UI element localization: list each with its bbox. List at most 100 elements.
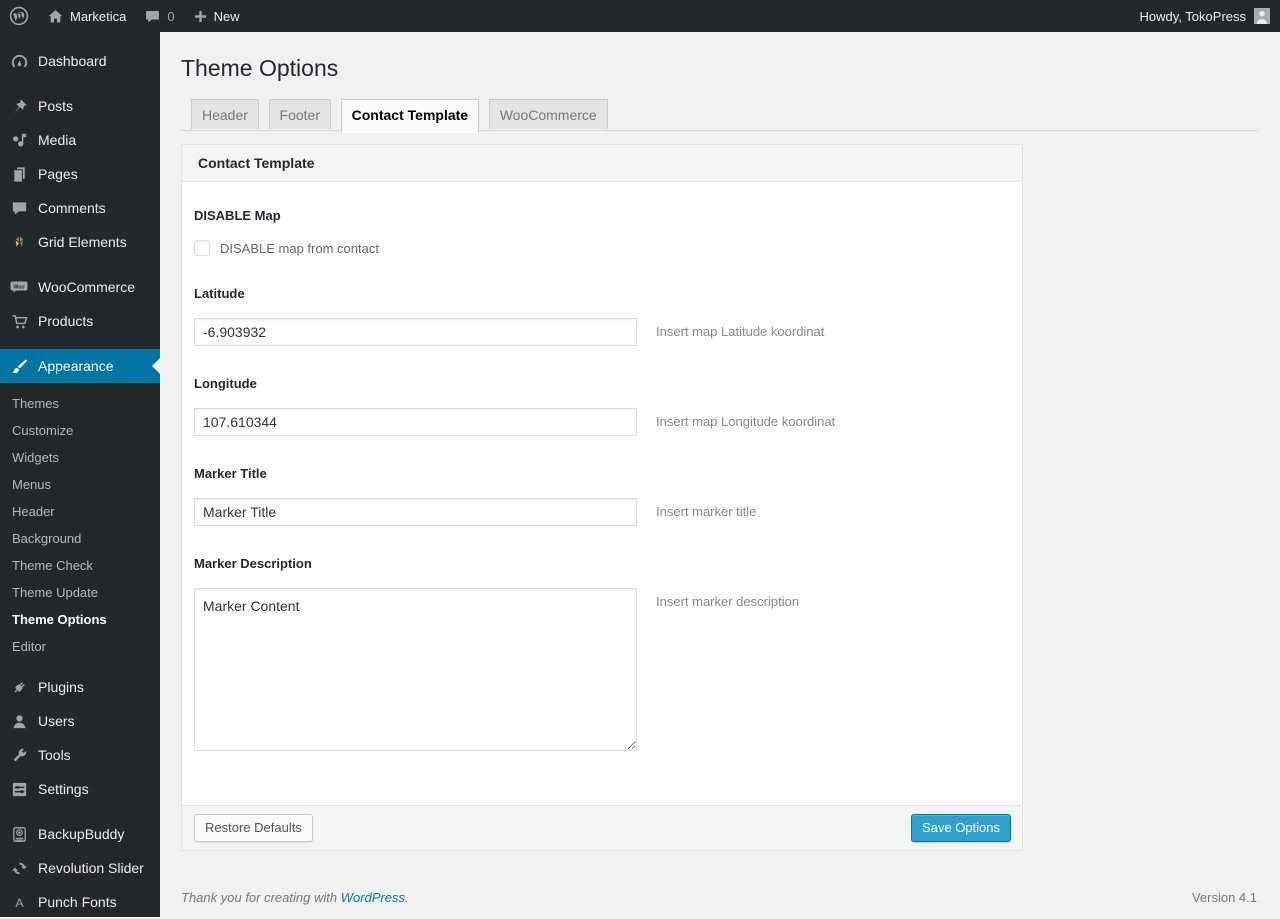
settings-icon (9, 779, 29, 799)
sidebar-item-appearance[interactable]: Appearance (0, 349, 160, 383)
wordpress-link[interactable]: WordPress (341, 890, 405, 905)
pages-icon (9, 164, 29, 184)
dashboard-icon (9, 51, 29, 71)
sidebar-item-backupbuddy[interactable]: BackupBuddy (0, 817, 160, 851)
new-content-menu[interactable]: New (184, 0, 249, 32)
longitude-hint: Insert map Longitude koordinat (656, 414, 836, 429)
latitude-input[interactable] (194, 318, 637, 346)
sidebar-label: Posts (38, 98, 74, 114)
svg-text:A: A (15, 895, 24, 909)
sidebar-item-comments[interactable]: Comments (0, 191, 160, 225)
marker-title-field: Marker Title Insert marker title (194, 466, 1006, 526)
main-content: Theme Options Header Footer Contact Temp… (160, 32, 1280, 917)
tab-bar: Header Footer Contact Template WooCommer… (181, 98, 1257, 133)
tab-header[interactable]: Header (191, 99, 259, 129)
marker-title-label: Marker Title (194, 466, 267, 481)
sidebar-label: Punch Fonts (38, 894, 117, 910)
submenu-item-theme-update[interactable]: Theme Update (0, 579, 160, 606)
footer-thanks-text: Thank you for creating with (181, 890, 341, 905)
page-title: Theme Options (181, 55, 339, 81)
longitude-field: Longitude Insert map Longitude koordinat (194, 376, 1006, 436)
submenu-item-widgets[interactable]: Widgets (0, 444, 160, 471)
sidebar-item-revolution-slider[interactable]: Revolution Slider (0, 851, 160, 885)
marker-title-hint: Insert marker title (656, 504, 757, 519)
submenu-item-editor[interactable]: Editor (0, 633, 160, 660)
pushpin-icon (9, 96, 29, 116)
backup-disk-icon (9, 824, 29, 844)
marker-description-hint: Insert marker description (656, 594, 800, 609)
admin-sidebar: Dashboard Posts Media Pages Comments Gri… (0, 32, 160, 917)
comment-bubble-icon (144, 8, 161, 25)
latitude-label: Latitude (194, 286, 245, 301)
submenu-item-theme-check[interactable]: Theme Check (0, 552, 160, 579)
sidebar-label: Comments (38, 200, 106, 216)
sidebar-item-tools[interactable]: Tools (0, 738, 160, 772)
disable-map-label: DISABLE Map (194, 208, 281, 223)
submenu-item-customize[interactable]: Customize (0, 417, 160, 444)
sidebar-item-punch-fonts[interactable]: A Punch Fonts (0, 885, 160, 919)
sidebar-item-posts[interactable]: Posts (0, 89, 160, 123)
home-icon (47, 8, 64, 25)
sidebar-label: Revolution Slider (38, 860, 144, 876)
submenu-item-header[interactable]: Header (0, 498, 160, 525)
panel-title: Contact Template (182, 145, 1022, 182)
sidebar-item-pages[interactable]: Pages (0, 157, 160, 191)
tab-footer[interactable]: Footer (268, 99, 332, 129)
sidebar-item-settings[interactable]: Settings (0, 772, 160, 806)
media-icon (9, 130, 29, 150)
sidebar-label: Plugins (38, 679, 84, 695)
longitude-input[interactable] (194, 408, 637, 436)
sidebar-item-users[interactable]: Users (0, 704, 160, 738)
tab-woocommerce[interactable]: WooCommerce (488, 99, 608, 129)
comments-menu[interactable]: 0 (135, 0, 183, 32)
submenu-item-themes[interactable]: Themes (0, 390, 160, 417)
sidebar-item-dashboard[interactable]: Dashboard (0, 44, 160, 78)
sidebar-label: Users (38, 713, 75, 729)
sidebar-label: BackupBuddy (38, 826, 125, 842)
brush-icon (9, 356, 29, 376)
appearance-submenu: Themes Customize Widgets Menus Header Ba… (0, 383, 160, 670)
tab-contact-template[interactable]: Contact Template (340, 99, 480, 133)
plugin-icon (9, 677, 29, 697)
sidebar-label: Products (38, 313, 94, 329)
version-text: Version 4.1 (1191, 890, 1257, 905)
marker-description-label: Marker Description (194, 556, 312, 571)
sidebar-item-woocommerce[interactable]: Woo WooCommerce (0, 270, 160, 304)
comments-icon (9, 198, 29, 218)
footer-period: . (405, 890, 409, 905)
submenu-item-menus[interactable]: Menus (0, 471, 160, 498)
sidebar-label: Dashboard (38, 53, 107, 69)
sidebar-label: Appearance (38, 358, 114, 374)
disable-map-checkbox-label: DISABLE map from contact (220, 240, 379, 256)
contact-template-panel: Contact Template DISABLE Map DISABLE map… (181, 144, 1023, 851)
marker-title-input[interactable] (194, 498, 637, 526)
cart-icon (9, 311, 29, 331)
latitude-hint: Insert map Latitude koordinat (656, 324, 825, 339)
sidebar-label: Pages (38, 166, 78, 182)
sidebar-item-products[interactable]: Products (0, 304, 160, 338)
admin-bar: Marketica 0 New Howdy, TokoPress (0, 0, 1280, 32)
marker-description-field: Marker Description Marker Content Insert… (194, 556, 1006, 751)
sidebar-label: WooCommerce (38, 279, 135, 295)
plus-icon (193, 9, 208, 24)
sidebar-item-grid-elements[interactable]: Grid Elements (0, 225, 160, 259)
sidebar-item-plugins[interactable]: Plugins (0, 670, 160, 704)
submenu-item-theme-options[interactable]: Theme Options (0, 606, 160, 633)
sidebar-item-media[interactable]: Media (0, 123, 160, 157)
disable-map-checkbox[interactable] (194, 240, 210, 256)
save-options-button[interactable]: Save Options (910, 814, 1011, 842)
account-menu[interactable]: Howdy, TokoPress (1140, 0, 1280, 32)
sidebar-label: Media (38, 132, 77, 148)
restore-defaults-button[interactable]: Restore Defaults (194, 814, 313, 842)
page-footer: Thank you for creating with WordPress. V… (181, 890, 1257, 905)
marker-description-textarea[interactable]: Marker Content (194, 588, 637, 751)
wp-logo-menu[interactable] (0, 0, 38, 32)
longitude-label: Longitude (194, 376, 257, 391)
user-icon (9, 711, 29, 731)
footer-thanks: Thank you for creating with WordPress. (181, 890, 409, 905)
wordpress-logo-icon (9, 6, 29, 26)
submenu-item-background[interactable]: Background (0, 525, 160, 552)
site-menu[interactable]: Marketica (38, 0, 135, 32)
letter-a-icon: A (9, 892, 29, 912)
latitude-field: Latitude Insert map Latitude koordinat (194, 286, 1006, 346)
